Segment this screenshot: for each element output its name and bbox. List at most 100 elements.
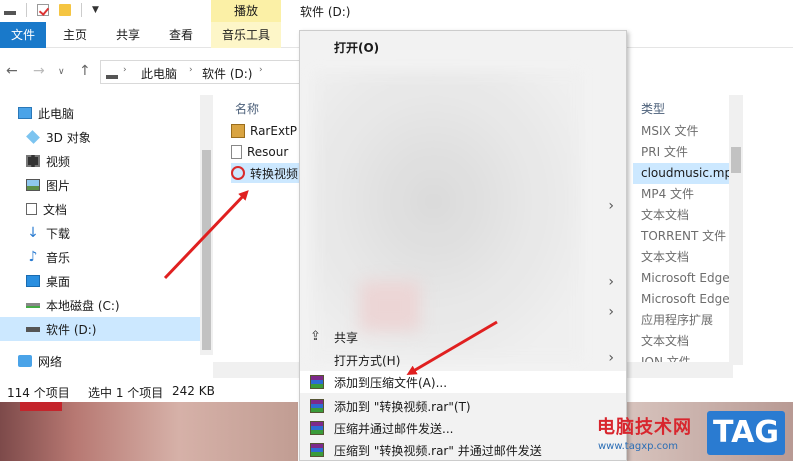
picture-icon: [26, 179, 40, 191]
chevron-right-icon[interactable]: ›: [608, 198, 614, 214]
type-cell: cloudmusic.mp: [633, 163, 729, 184]
menu-item-label: 打开方式(H): [334, 354, 401, 368]
cube-icon: [26, 130, 40, 144]
nav-item-label: 3D 对象: [46, 130, 91, 145]
menu-item-open[interactable]: 打开(O): [300, 36, 626, 58]
nav-item-this-pc[interactable]: 此电脑: [0, 101, 200, 125]
contextual-tab-title: 播放: [211, 0, 281, 22]
nav-item-music[interactable]: ♪ 音乐: [0, 245, 200, 269]
nav-item-3d-objects[interactable]: 3D 对象: [0, 125, 200, 149]
type-cell: PRI 文件: [641, 145, 688, 159]
menu-item-label: 打开(O): [334, 41, 380, 55]
menu-item-compress-email[interactable]: 压缩并通过邮件发送...: [300, 417, 626, 439]
menu-item-open-with[interactable]: 打开方式(H) ›: [300, 349, 626, 371]
properties-icon[interactable]: [37, 4, 49, 16]
tab-home[interactable]: 主页: [58, 22, 92, 48]
nav-item-videos[interactable]: 视频: [0, 149, 200, 173]
scrollbar-thumb[interactable]: [731, 147, 741, 173]
nav-scrollbar[interactable]: [200, 95, 213, 355]
type-cell: 文本文档: [641, 250, 690, 264]
nav-item-pictures[interactable]: 图片: [0, 173, 200, 197]
type-cell: TORRENT 文件: [641, 229, 727, 243]
window-title: 软件 (D:): [300, 5, 351, 19]
menu-item-label: 压缩并通过邮件发送...: [334, 422, 454, 436]
nav-item-label: 下载: [46, 226, 71, 241]
nav-item-drive-c[interactable]: 本地磁盘 (C:): [0, 293, 200, 317]
winrar-icon: [310, 421, 324, 435]
document-icon: [26, 203, 37, 215]
type-cell: MP4 文件: [641, 187, 695, 201]
blurred-region: [312, 71, 582, 361]
watermark-url: www.tagxp.com: [598, 441, 678, 452]
desktop-icon: [26, 275, 40, 287]
package-icon: [231, 124, 245, 138]
nav-item-label: 视频: [46, 154, 71, 169]
context-menu: 打开(O) › › › ⇪ 共享 打开方式(H) › 添加到压缩文件(A)...…: [299, 30, 627, 461]
drive-icon: [106, 75, 118, 79]
customize-toolbar-icon[interactable]: ▼: [92, 5, 99, 15]
tab-file[interactable]: 文件: [0, 22, 46, 48]
nav-item-desktop[interactable]: 桌面: [0, 269, 200, 293]
selection-size: 242 KB: [172, 384, 215, 398]
menu-item-label: 添加到 "转换视频.rar"(T): [334, 400, 471, 414]
nav-item-label: 桌面: [46, 274, 71, 289]
nav-item-label: 图片: [46, 178, 71, 193]
type-cell: 文本文档: [641, 334, 690, 348]
chevron-right-icon[interactable]: ›: [259, 65, 263, 75]
nav-item-drive-d[interactable]: 软件 (D:): [0, 317, 200, 341]
back-arrow-icon[interactable]: ←: [6, 63, 18, 79]
winrar-icon: [310, 443, 324, 457]
menu-item-add-to-rar[interactable]: 添加到 "转换视频.rar"(T): [300, 395, 626, 417]
blurred-region: [360, 281, 420, 331]
menu-item-share[interactable]: ⇪ 共享: [300, 326, 626, 348]
menu-item-compress-rar-email[interactable]: 压缩到 "转换视频.rar" 并通过邮件发送: [300, 439, 626, 461]
nav-scrollbar-thumb[interactable]: [202, 150, 211, 350]
nav-item-network[interactable]: 网络: [0, 349, 200, 373]
download-icon: ↓: [27, 225, 39, 241]
nav-item-label: 网络: [38, 354, 63, 369]
divider: [81, 3, 82, 17]
file-list: 名称 RarExtP Resour 转换视频: [226, 95, 321, 375]
quick-access-toolbar: ▼: [4, 3, 99, 17]
item-count: 114 个项目: [7, 386, 70, 400]
forward-arrow-icon[interactable]: →: [33, 63, 45, 79]
type-cell: 文本文档: [641, 208, 690, 222]
nav-item-label: 音乐: [46, 250, 71, 265]
up-arrow-icon[interactable]: ↑: [79, 63, 91, 79]
music-icon: ♪: [28, 249, 38, 265]
file-list-scrollbar[interactable]: [729, 95, 743, 365]
nav-item-label: 此电脑: [38, 106, 75, 121]
type-cell: Microsoft Edge: [641, 292, 729, 306]
nav-item-label: 软件 (D:): [46, 322, 97, 337]
type-cell: MSIX 文件: [641, 124, 699, 138]
navigation-pane: 此电脑 3D 对象 视频 图片 文档 ↓ 下载 ♪ 音乐 桌面 本地磁盘 (C:…: [0, 95, 213, 380]
file-icon: [231, 145, 242, 159]
share-icon: ⇪: [310, 329, 321, 344]
drive-icon: [26, 302, 40, 308]
breadcrumb-this-pc[interactable]: 此电脑: [141, 65, 177, 82]
recent-locations-icon[interactable]: ∨: [58, 67, 65, 77]
nav-item-downloads[interactable]: ↓ 下载: [0, 221, 200, 245]
drive-icon[interactable]: [4, 10, 16, 15]
nav-item-documents[interactable]: 文档: [0, 197, 200, 221]
selection-count: 选中 1 个项目: [88, 386, 164, 400]
tab-music-tools[interactable]: 音乐工具: [211, 22, 281, 48]
tab-view[interactable]: 查看: [162, 22, 200, 48]
chevron-right-icon[interactable]: ›: [189, 65, 193, 75]
address-input[interactable]: › 此电脑 › 软件 (D:) ›: [100, 60, 300, 84]
winrar-icon: [310, 375, 324, 389]
menu-item-add-to-archive[interactable]: 添加到压缩文件(A)...: [300, 371, 626, 393]
breadcrumb-drive-d[interactable]: 软件 (D:): [202, 65, 252, 82]
new-folder-icon[interactable]: [59, 4, 71, 16]
chevron-right-icon[interactable]: ›: [608, 304, 614, 320]
divider: [26, 3, 27, 17]
background-image: [20, 402, 62, 411]
chevron-right-icon[interactable]: ›: [123, 65, 127, 75]
type-cell: Microsoft Edge: [641, 271, 729, 285]
network-icon: [18, 355, 32, 367]
tab-share[interactable]: 共享: [111, 22, 145, 48]
nav-item-label: 文档: [43, 202, 68, 217]
chevron-right-icon[interactable]: ›: [608, 274, 614, 290]
column-header-name[interactable]: 名称: [235, 100, 259, 117]
column-header-type[interactable]: 类型: [641, 100, 665, 117]
